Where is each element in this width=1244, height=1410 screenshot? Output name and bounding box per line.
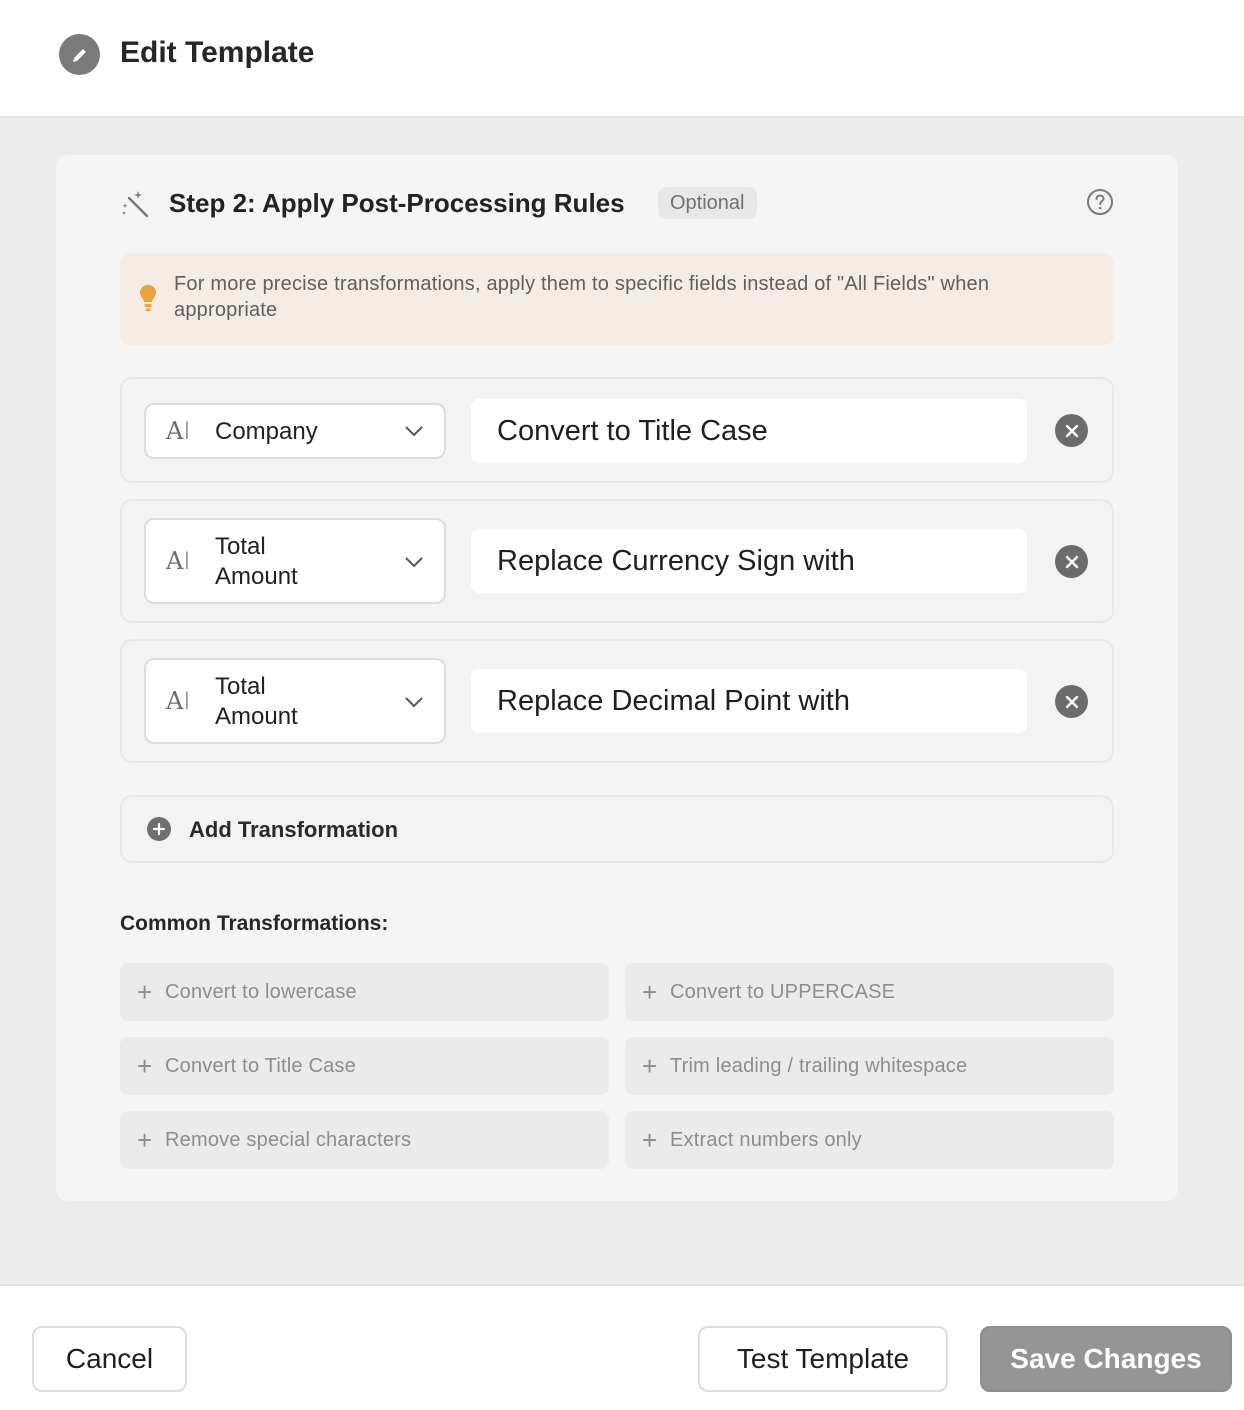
page-title: Edit Template <box>120 36 315 69</box>
common-transformation-chip[interactable]: + Trim leading / trailing whitespace <box>625 1037 1114 1095</box>
field-select[interactable]: AI Company <box>144 403 446 459</box>
lightbulb-icon <box>140 285 156 311</box>
step-title: Step 2: Apply Post-Processing Rules <box>169 188 625 218</box>
chip-label: Extract numbers only <box>670 1129 862 1151</box>
field-select[interactable]: AI Total Amount <box>144 518 446 604</box>
transformation-input[interactable]: Convert to Title Case <box>471 399 1027 463</box>
common-transformation-chip[interactable]: + Convert to UPPERCASE <box>625 963 1114 1021</box>
chip-label: Remove special characters <box>165 1129 412 1151</box>
field-label: Amount <box>215 563 298 590</box>
step-card: Step 2: Apply Post-Processing Rules Opti… <box>56 155 1178 1201</box>
step-header: Step 2: Apply Post-Processing Rules Opti… <box>120 185 1114 223</box>
close-icon <box>1065 555 1078 568</box>
plus-circle-icon <box>147 817 171 841</box>
chevron-down-icon <box>405 697 423 708</box>
plus-icon: + <box>642 1051 658 1081</box>
remove-rule-button[interactable] <box>1055 414 1088 447</box>
rule-row: AI Total Amount Replace Currency Sign wi… <box>120 499 1114 623</box>
common-transformations-title: Common Transformations: <box>120 912 389 935</box>
field-label: Company <box>215 418 318 445</box>
field-label: Amount <box>215 703 298 730</box>
plus-icon: + <box>642 1125 658 1155</box>
cancel-button[interactable]: Cancel <box>32 1326 187 1392</box>
transformation-input[interactable]: Replace Decimal Point with <box>471 669 1027 733</box>
close-icon <box>1065 424 1078 437</box>
rule-row: AI Company Convert to Title Case <box>120 377 1114 483</box>
chip-label: Trim leading / trailing whitespace <box>670 1055 968 1077</box>
tip-text: For more precise transformations, apply … <box>174 273 990 321</box>
text-field-icon: AI <box>166 417 191 445</box>
pencil-icon <box>59 34 100 75</box>
common-transformation-chip[interactable]: + Convert to lowercase <box>120 963 609 1021</box>
text-field-icon: AI <box>166 547 191 575</box>
field-label: Total <box>215 533 266 560</box>
plus-icon: + <box>642 977 658 1007</box>
rule-row: AI Total Amount Replace Decimal Point wi… <box>120 639 1114 763</box>
plus-icon: + <box>137 1051 153 1081</box>
footer: Cancel Test Template Save Changes <box>0 1284 1244 1410</box>
header: Edit Template <box>0 0 1244 118</box>
tip-banner: For more precise transformations, apply … <box>120 253 1114 345</box>
remove-rule-button[interactable] <box>1055 545 1088 578</box>
add-transformation-label: Add Transformation <box>189 817 399 842</box>
magic-wand-icon <box>122 191 149 218</box>
save-changes-button[interactable]: Save Changes <box>980 1326 1232 1392</box>
text-field-icon: AI <box>166 687 191 715</box>
field-select[interactable]: AI Total Amount <box>144 658 446 744</box>
chevron-down-icon <box>405 557 423 568</box>
transformation-input[interactable]: Replace Currency Sign with <box>471 529 1027 593</box>
common-transformation-chip[interactable]: + Remove special characters <box>120 1111 609 1169</box>
test-template-button[interactable]: Test Template <box>698 1326 948 1392</box>
help-icon[interactable] <box>1086 188 1114 216</box>
close-icon <box>1065 695 1078 708</box>
main-content: Step 2: Apply Post-Processing Rules Opti… <box>0 118 1244 1284</box>
chip-label: Convert to Title Case <box>165 1055 356 1077</box>
common-transformation-chip[interactable]: + Extract numbers only <box>625 1111 1114 1169</box>
remove-rule-button[interactable] <box>1055 685 1088 718</box>
plus-icon: + <box>137 977 153 1007</box>
chip-label: Convert to UPPERCASE <box>670 981 896 1003</box>
plus-icon: + <box>137 1125 153 1155</box>
chevron-down-icon <box>405 426 423 437</box>
chip-label: Convert to lowercase <box>165 981 357 1003</box>
add-transformation-button[interactable]: Add Transformation <box>120 795 1114 863</box>
common-transformation-chip[interactable]: + Convert to Title Case <box>120 1037 609 1095</box>
optional-badge: Optional <box>658 187 757 219</box>
field-label: Total <box>215 673 266 700</box>
